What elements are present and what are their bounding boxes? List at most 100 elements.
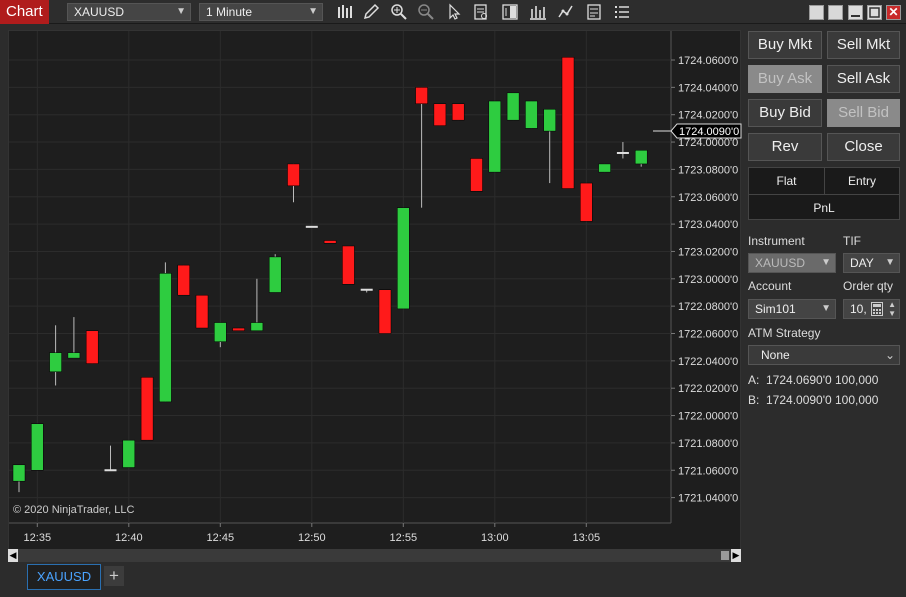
- candle-body: [360, 288, 373, 291]
- chart-trader-icon[interactable]: [501, 3, 519, 21]
- ask-size: 100,000: [835, 373, 879, 387]
- entry-label: Entry: [847, 174, 876, 188]
- strategies-icon[interactable]: [557, 3, 575, 21]
- buy-ask-button[interactable]: Buy Ask: [748, 65, 822, 93]
- add-tab-button[interactable]: +: [104, 566, 124, 586]
- atm-strategy-select[interactable]: None ⌄: [748, 345, 900, 365]
- position-flat-label: Flat: [776, 174, 797, 188]
- y-tick-label: 1721.0800'0: [678, 438, 738, 450]
- bid-price: 1724.0090'0: [766, 393, 832, 407]
- maximize-button[interactable]: [867, 5, 882, 20]
- ask-prefix: A:: [748, 373, 760, 387]
- bars-type-icon[interactable]: [336, 3, 354, 21]
- candle-body: [85, 330, 99, 364]
- reverse-button[interactable]: Rev: [748, 133, 822, 161]
- y-tick-label: 1724.0600'0: [678, 55, 738, 67]
- ask-price: 1724.0690'0: [766, 373, 832, 387]
- close-window-button[interactable]: ✕: [886, 5, 901, 20]
- candle-body: [634, 150, 648, 165]
- scroll-right-icon[interactable]: ▶: [731, 549, 741, 562]
- candle-body: [122, 439, 136, 468]
- price-chart[interactable]: 1724.0600'0 1724.0400'0 1724.0200'0 1724.00…: [9, 31, 742, 563]
- x-tick-label: 12:45: [207, 532, 235, 544]
- x-tick-label: 13:00: [481, 532, 509, 544]
- tif-select[interactable]: DAY ▼: [843, 253, 900, 273]
- chevron-down-icon: ▼: [176, 6, 186, 17]
- buy-bid-button[interactable]: Buy Bid: [748, 99, 822, 127]
- zoom-out-icon[interactable]: [417, 3, 435, 21]
- list-icon[interactable]: [613, 3, 631, 21]
- chart-scrollbar[interactable]: ◀ ▶: [8, 549, 741, 562]
- tif-select-value: DAY: [850, 256, 874, 270]
- interval-selector-value: 1 Minute: [206, 5, 253, 19]
- scroll-left-icon[interactable]: ◀: [8, 549, 18, 562]
- copyright-label: © 2020 NinjaTrader, LLC: [13, 504, 135, 516]
- candle-body: [378, 289, 392, 334]
- position-info-box: Flat Entry PnL: [748, 167, 900, 220]
- y-tick-label: 1721.0400'0: [678, 493, 738, 505]
- calculator-icon[interactable]: [871, 302, 883, 316]
- order-qty-stepper[interactable]: 10, ▲ ▼: [843, 299, 900, 319]
- candle-body: [415, 87, 428, 105]
- stepper-arrows-icon[interactable]: ▲ ▼: [888, 300, 896, 318]
- candle-body: [49, 352, 62, 373]
- account-select[interactable]: Sim101 ▼: [748, 299, 836, 319]
- pointer-icon[interactable]: [445, 3, 463, 21]
- close-position-button[interactable]: Close: [827, 133, 900, 161]
- chevron-down-icon: ⌄: [884, 348, 895, 362]
- x-tick-label: 12:55: [390, 532, 418, 544]
- interval-selector[interactable]: 1 Minute ▼: [199, 3, 323, 21]
- candle-body: [433, 103, 447, 126]
- chevron-down-icon: ▼: [821, 257, 831, 268]
- order-qty-value[interactable]: 10,: [850, 302, 867, 316]
- zoom-in-icon[interactable]: [390, 3, 408, 21]
- y-tick-label: 1723.0800'0: [678, 164, 738, 176]
- y-tick-label: 1724.0400'0: [678, 82, 738, 94]
- pnl-label: PnL: [813, 201, 835, 215]
- buy-market-button[interactable]: Buy Mkt: [748, 31, 822, 59]
- candle-body: [488, 100, 502, 173]
- pin-button[interactable]: [828, 5, 843, 20]
- tab-xauusd[interactable]: XAUUSD: [27, 564, 101, 590]
- instrument-label: Instrument: [748, 234, 805, 248]
- candle-body: [342, 245, 355, 285]
- scroll-thumb[interactable]: [721, 551, 729, 560]
- y-tick-label: 1722.0200'0: [678, 383, 738, 395]
- sell-bid-button[interactable]: Sell Bid: [827, 99, 900, 127]
- indicators-icon[interactable]: [529, 3, 547, 21]
- account-label: Account: [748, 279, 792, 293]
- x-tick-label: 12:35: [24, 532, 52, 544]
- y-tick-label: 1723.0600'0: [678, 192, 738, 204]
- chart-panel[interactable]: 1724.0600'0 1724.0400'0 1724.0200'0 1724.00…: [8, 30, 742, 563]
- candle-body: [305, 225, 318, 228]
- x-tick-label: 12:40: [115, 532, 143, 544]
- y-tick-label: 1722.0000'0: [678, 411, 738, 423]
- x-tick-label: 13:05: [573, 532, 601, 544]
- data-box-icon[interactable]: [472, 3, 490, 21]
- properties-icon[interactable]: [585, 3, 603, 21]
- candle-body: [616, 151, 629, 154]
- sell-market-button[interactable]: Sell Mkt: [827, 31, 900, 59]
- chevron-down-icon: ▼: [885, 257, 895, 268]
- x-tick-label: 12:50: [298, 532, 326, 544]
- candle-body: [31, 423, 44, 471]
- draw-pencil-icon[interactable]: [362, 3, 380, 21]
- instrument-selector[interactable]: XAUUSD ▼: [67, 3, 191, 21]
- chevron-down-icon: ▼: [308, 6, 318, 17]
- candle-body: [506, 92, 520, 121]
- order-qty-label: Order qty: [843, 279, 894, 293]
- minimize-button[interactable]: [848, 5, 863, 20]
- candle-body: [525, 100, 538, 129]
- y-tick-label: 1724.0000'0: [678, 137, 738, 149]
- sell-ask-button[interactable]: Sell Ask: [827, 65, 900, 93]
- candle-body: [140, 377, 154, 441]
- restore-layout-button[interactable]: [809, 5, 824, 20]
- candle-body: [104, 469, 117, 472]
- candle-body: [195, 294, 209, 329]
- y-tick-label: 1723.0400'0: [678, 219, 738, 231]
- bid-size: 100,000: [835, 393, 879, 407]
- window-title: Chart: [0, 0, 49, 24]
- tif-label: TIF: [843, 234, 861, 248]
- chevron-down-icon: ▼: [821, 303, 831, 314]
- y-tick-label: 1721.0600'0: [678, 465, 738, 477]
